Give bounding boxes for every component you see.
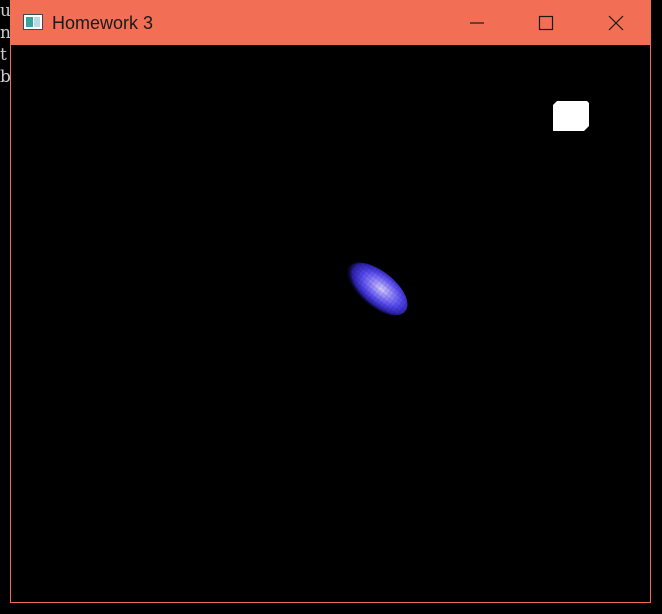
window-title: Homework 3 bbox=[52, 13, 154, 33]
maximize-icon bbox=[538, 15, 554, 31]
window-app-icon[interactable] bbox=[23, 14, 43, 30]
light-source bbox=[553, 101, 589, 131]
render-canvas[interactable] bbox=[11, 45, 650, 602]
minimize-icon bbox=[470, 22, 484, 24]
app-window: Homework 3 bbox=[10, 0, 651, 603]
lit-sphere bbox=[346, 262, 408, 316]
scene-svg bbox=[346, 101, 589, 316]
close-button[interactable] bbox=[593, 1, 639, 45]
title-bar[interactable]: Homework 3 bbox=[11, 1, 650, 45]
minimize-button[interactable] bbox=[454, 1, 500, 45]
maximize-button[interactable] bbox=[523, 1, 569, 45]
close-icon bbox=[608, 15, 624, 31]
